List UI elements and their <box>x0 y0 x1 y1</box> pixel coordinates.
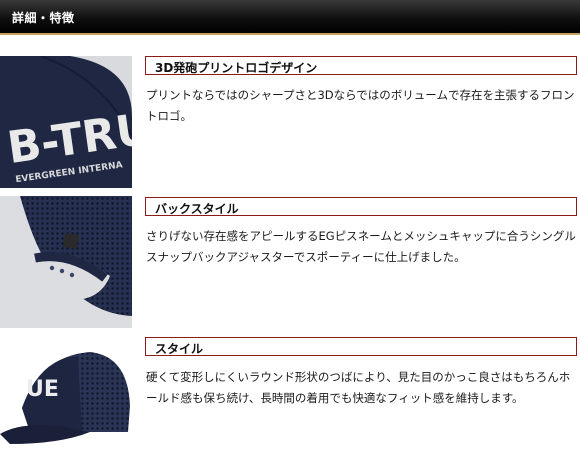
cap-side-logo-text: UE <box>26 377 59 402</box>
feature-title-box: スタイル <box>145 337 577 356</box>
feature-title: バックスタイル <box>155 202 239 216</box>
cap-side-image: UE <box>0 336 132 468</box>
feature-description: プリントならではのシャープさと3Dならではのボリュームで存在を主張するフロントロ… <box>146 88 575 123</box>
feature-title: スタイル <box>155 342 204 356</box>
side-style-photo: UE <box>0 336 132 468</box>
feature-item: UE スタイル 硬くて変形しにくいラウンド形状のつばにより、見た目のかっこ良さは… <box>0 336 580 468</box>
feature-item: バックスタイル さりげない存在感をアピールするEGピスネームとメッシュキャップに… <box>0 196 580 328</box>
section-header: 詳細・特徴 <box>0 0 580 33</box>
header-divider <box>0 33 580 35</box>
cap-back-image <box>0 196 132 328</box>
feature-title-box: 3D発砲プリントロゴデザイン <box>145 56 577 75</box>
feature-description: 硬くて変形しにくいラウンド形状のつばにより、見た目のかっこ良さはもちろんホールド… <box>146 370 571 405</box>
front-logo-photo: B-TRU EVERGREEN INTERNA <box>0 56 132 188</box>
cap-front-image: B-TRU EVERGREEN INTERNA <box>0 56 132 188</box>
feature-title: 3D発砲プリントロゴデザイン <box>155 61 318 75</box>
back-style-photo <box>0 196 132 328</box>
feature-title-box: バックスタイル <box>145 197 577 216</box>
section-title: 詳細・特徴 <box>12 11 75 25</box>
feature-description: さりげない存在感をアピールするEGピスネームとメッシュキャップに合うシングルスナ… <box>146 229 576 264</box>
feature-item: B-TRU EVERGREEN INTERNA 3D発砲プリントロゴデザイン プ… <box>0 56 580 188</box>
